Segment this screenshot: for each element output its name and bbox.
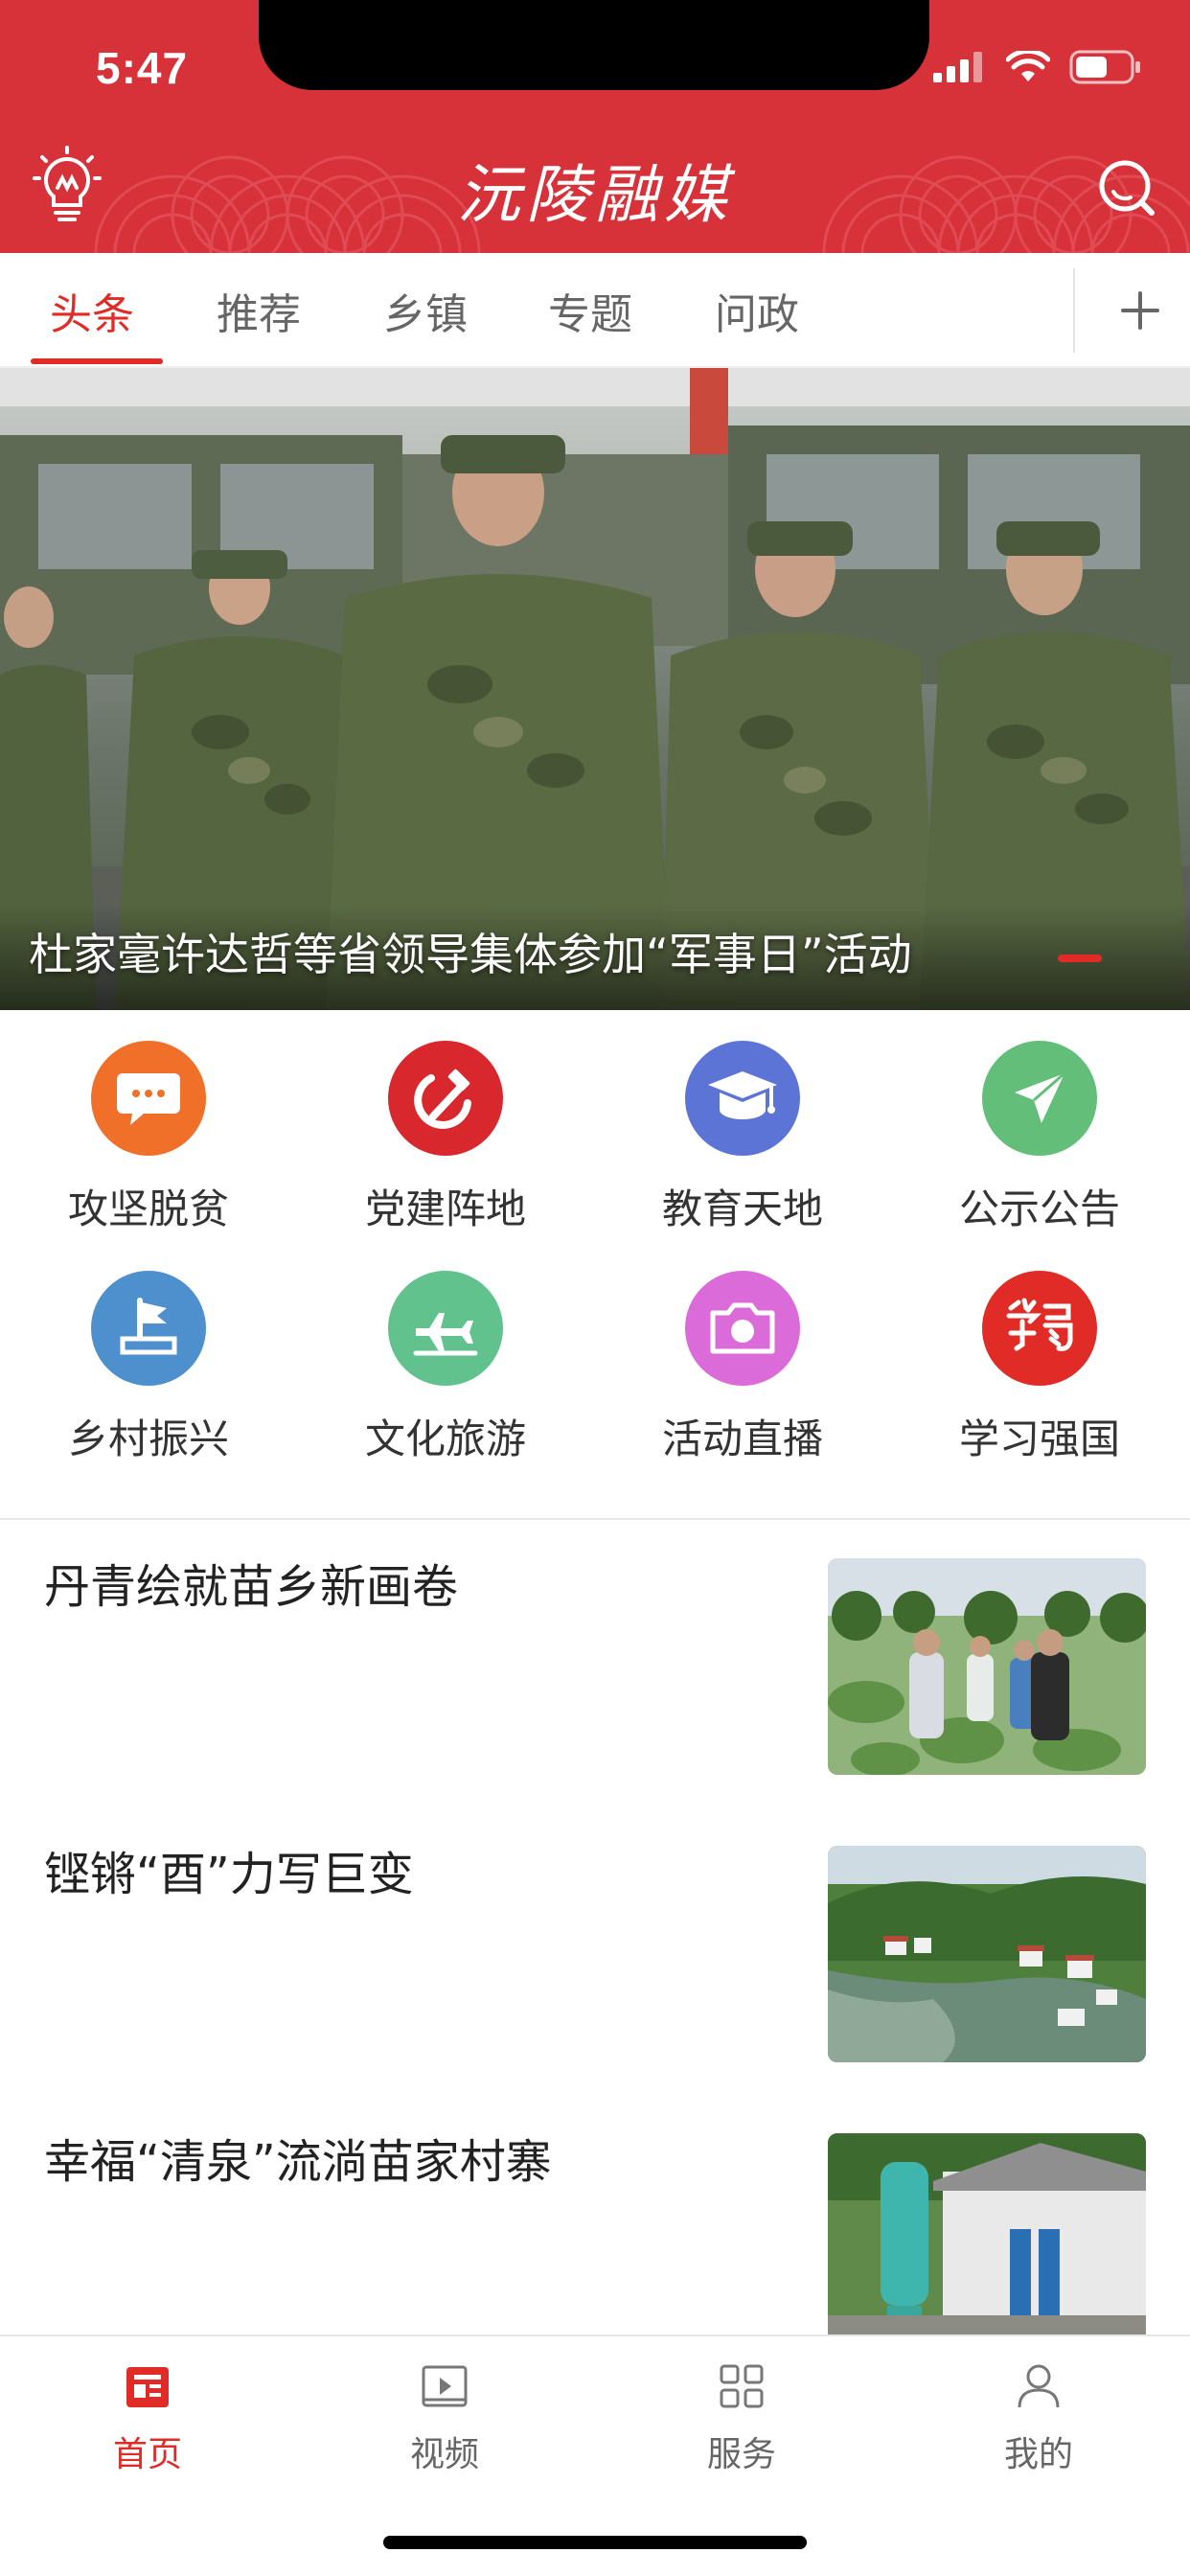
app-header: 5:47 沅陵融媒: [0, 0, 1190, 253]
grid-item-xuexi-qiangguo[interactable]: 学习强国: [891, 1271, 1188, 1465]
grid-label: 学习强国: [958, 1415, 1120, 1462]
signal-icon: [933, 52, 982, 82]
plus-icon[interactable]: [1102, 272, 1179, 349]
grid-label: 党建阵地: [364, 1185, 526, 1232]
news-item[interactable]: 铿锵“酉”力写巨变: [0, 1807, 1190, 2095]
service-grid: 攻坚脱贫 党建阵地 教育天地 公示公告 乡村振兴 文化旅游 活动直播 学习强国: [0, 1010, 1190, 1518]
grid-item-live-events[interactable]: 活动直播: [594, 1271, 891, 1465]
hammer-sickle-icon: [388, 1041, 503, 1156]
nav-services[interactable]: 服务: [646, 2358, 837, 2476]
xuexi-logo-icon: [982, 1271, 1097, 1386]
grid-label: 文化旅游: [364, 1415, 526, 1462]
home-news-icon: [119, 2358, 176, 2415]
tab-townships[interactable]: 乡镇: [383, 280, 468, 341]
status-time: 5:47: [96, 43, 189, 93]
device-notch: [259, 0, 929, 90]
battery-icon: [1069, 50, 1140, 84]
grid-item-rural-revitalization[interactable]: 乡村振兴: [0, 1271, 297, 1465]
nav-label: 服务: [706, 2435, 776, 2474]
news-title[interactable]: 丹青绘就苗乡新画卷: [44, 1549, 791, 1616]
tab-inquiry[interactable]: 问政: [715, 280, 799, 341]
wifi-icon: [1006, 51, 1050, 81]
grid-label: 活动直播: [661, 1415, 823, 1462]
nav-label: 视频: [409, 2435, 479, 2474]
banner-title[interactable]: 杜家毫许达哲等省领导集体参加“军事日”活动: [29, 920, 1044, 983]
grid-label: 教育天地: [661, 1185, 823, 1232]
nav-label: 首页: [112, 2435, 182, 2474]
grid-services-icon: [713, 2358, 770, 2415]
news-thumbnail[interactable]: [828, 1846, 1146, 2062]
nav-video[interactable]: 视频: [349, 2358, 540, 2476]
grid-item-announcements[interactable]: 公示公告: [891, 1041, 1188, 1235]
graduation-cap-icon: [685, 1041, 800, 1156]
grid-item-party-building[interactable]: 党建阵地: [297, 1041, 594, 1235]
search-icon[interactable]: [1088, 150, 1165, 226]
active-tab-indicator: [31, 358, 163, 364]
news-thumbnail[interactable]: [828, 1558, 1146, 1775]
camera-icon: [685, 1271, 800, 1386]
video-icon: [416, 2358, 473, 2415]
tab-recommended[interactable]: 推荐: [217, 280, 301, 341]
grid-label: 攻坚脱贫: [67, 1185, 229, 1232]
status-indicators: [933, 50, 1142, 84]
carousel-indicator: [1058, 954, 1102, 962]
nav-profile[interactable]: 我的: [943, 2358, 1134, 2476]
grid-label: 公示公告: [958, 1185, 1120, 1232]
airplane-icon: [388, 1271, 503, 1386]
flag-icon: [91, 1271, 206, 1386]
grid-label: 乡村振兴: [67, 1415, 229, 1462]
channel-tabs: 头条 推荐 乡镇 专题 问政: [0, 253, 1190, 368]
nav-label: 我的: [1003, 2435, 1073, 2474]
home-indicator[interactable]: [383, 2536, 807, 2549]
tab-headlines[interactable]: 头条: [50, 280, 134, 341]
user-icon: [1010, 2358, 1067, 2415]
banner-photo: [0, 368, 1190, 1010]
chat-bubble-icon: [91, 1041, 206, 1156]
grid-item-culture-tourism[interactable]: 文化旅游: [297, 1271, 594, 1465]
grid-item-poverty-alleviation[interactable]: 攻坚脱贫: [0, 1041, 297, 1235]
tab-topics[interactable]: 专题: [548, 280, 632, 341]
paper-plane-icon: [982, 1041, 1097, 1156]
headline-banner[interactable]: 杜家毫许达哲等省领导集体参加“军事日”活动: [0, 368, 1190, 1010]
tab-divider: [1073, 268, 1075, 353]
news-title[interactable]: 幸福“清泉”流淌苗家村寨: [44, 2124, 791, 2191]
nav-home[interactable]: 首页: [52, 2358, 243, 2476]
news-thumbnail[interactable]: [828, 2133, 1146, 2350]
grid-item-education[interactable]: 教育天地: [594, 1041, 891, 1235]
news-item[interactable]: 丹青绘就苗乡新画卷: [0, 1520, 1190, 1807]
app-title: 沅陵融媒: [457, 158, 733, 232]
news-title[interactable]: 铿锵“酉”力写巨变: [44, 1836, 791, 1903]
